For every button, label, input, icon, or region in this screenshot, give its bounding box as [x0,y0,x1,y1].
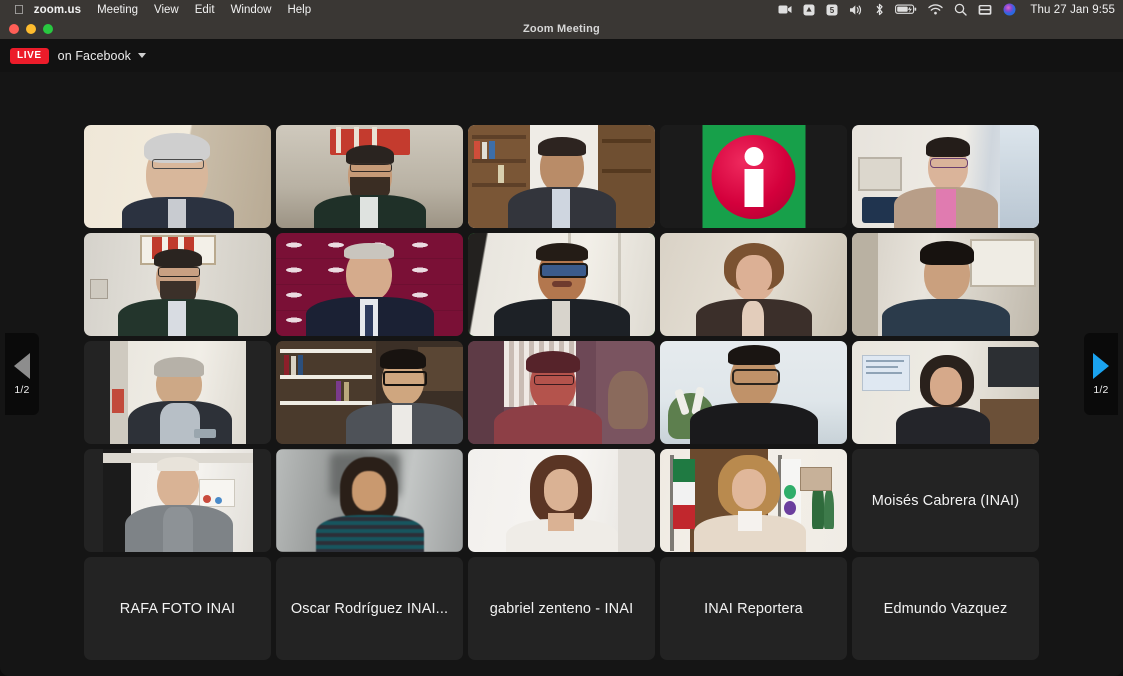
prev-page-button[interactable]: 1/2 [5,333,39,415]
participant-name: Edmundo Vazquez [883,600,1008,617]
participant-tile[interactable] [660,449,847,552]
search-icon[interactable] [954,3,968,16]
live-stream-bar: LIVE on Facebook [0,39,1123,72]
chevron-left-icon [14,352,30,379]
video-feed [276,125,463,228]
apple-icon[interactable]:  [14,3,24,16]
participant-grid: Moisés Cabrera (INAI) RAFA FOTO INAI Osc… [84,125,1039,660]
chevron-right-icon [1093,352,1109,379]
wifi-icon[interactable] [928,4,944,15]
svg-text:5: 5 [830,6,835,15]
volume-icon[interactable] [849,4,864,16]
participant-tile[interactable] [276,341,463,444]
participant-name: INAI Reportera [704,600,803,617]
participant-tile[interactable] [468,125,655,228]
participant-tile-name-only[interactable]: Moisés Cabrera (INAI) [852,449,1039,552]
menu-item-meeting[interactable]: Meeting [97,4,138,16]
participant-tile-name-only[interactable]: Oscar Rodríguez INAI... [276,557,463,660]
participant-tile[interactable] [468,449,655,552]
macos-menubar:  zoom.us Meeting View Edit Window Help … [0,0,1123,19]
participant-tile[interactable] [852,341,1039,444]
window-titlebar: Zoom Meeting [0,19,1123,39]
video-feed [276,233,463,336]
participant-tile[interactable] [468,341,655,444]
prev-page-label: 1/2 [14,383,30,396]
display-icon[interactable] [978,4,992,16]
menu-app-name[interactable]: zoom.us [34,4,81,16]
video-feed [468,125,655,228]
video-feed [852,125,1039,228]
next-page-label: 1/2 [1093,383,1109,396]
menu-item-view[interactable]: View [154,4,179,16]
participant-name: RAFA FOTO INAI [119,600,236,617]
participant-tile-name-only[interactable]: INAI Reportera [660,557,847,660]
live-badge: LIVE [10,47,49,64]
zoom-button[interactable] [43,24,53,34]
participant-tile[interactable] [276,233,463,336]
participant-tile-inai-logo[interactable] [660,125,847,228]
participant-name: Oscar Rodríguez INAI... [290,600,449,617]
live-destination-label: on Facebook [57,48,132,63]
participant-tile[interactable] [852,125,1039,228]
participant-tile-name-only[interactable]: RAFA FOTO INAI [84,557,271,660]
participant-tile[interactable] [276,449,463,552]
participant-tile-name-only[interactable]: Edmundo Vazquez [852,557,1039,660]
participant-tile[interactable] [84,449,271,552]
video-feed [276,341,463,444]
video-feed [468,233,655,336]
menu-item-window[interactable]: Window [231,4,272,16]
traffic-lights [9,24,53,34]
participant-tile[interactable] [660,341,847,444]
participant-tile-active-speaker[interactable] [468,233,655,336]
menubar-status-icons: 5 [778,3,1016,16]
inai-logo [702,125,805,228]
video-feed [660,341,847,444]
participant-tile[interactable] [276,125,463,228]
participant-tile[interactable] [852,233,1039,336]
video-feed [852,233,1039,336]
video-feed [276,449,463,552]
video-feed [84,125,271,228]
gallery-stage: 1/2 1/2 Moisés Cabrera (INAI) RAFA FOTO … [0,72,1123,676]
menu-item-help[interactable]: Help [287,4,311,16]
dropbox-icon[interactable] [803,4,815,16]
video-feed [852,341,1039,444]
participant-name: gabriel zenteno - INAI [489,600,634,617]
minimize-button[interactable] [26,24,36,34]
participant-tile[interactable] [84,125,271,228]
battery-charging-icon[interactable] [895,4,917,15]
video-feed [660,233,847,336]
camera-icon[interactable] [778,4,792,15]
video-feed [109,341,246,444]
siri-icon[interactable] [1003,3,1016,16]
video-feed [660,125,847,228]
participant-tile[interactable] [84,233,271,336]
participant-tile[interactable] [84,341,271,444]
close-button[interactable] [9,24,19,34]
participant-tile[interactable] [660,233,847,336]
participant-tile-name-only[interactable]: gabriel zenteno - INAI [468,557,655,660]
video-feed [102,449,253,552]
menubar-clock[interactable]: Thu 27 Jan 9:55 [1030,4,1115,16]
shield-icon[interactable]: 5 [826,4,838,16]
next-page-button[interactable]: 1/2 [1084,333,1118,415]
video-feed [84,233,271,336]
participant-name: Moisés Cabrera (INAI) [871,492,1020,509]
bluetooth-icon[interactable] [875,3,884,16]
video-feed [468,341,655,444]
chevron-down-icon[interactable] [138,53,147,58]
menu-item-edit[interactable]: Edit [195,4,215,16]
window-title: Zoom Meeting [523,23,600,35]
video-feed [468,449,655,552]
video-feed [660,449,847,552]
zoom-window: Zoom Meeting LIVE on Facebook 1/2 1/2 Mo… [0,19,1123,676]
